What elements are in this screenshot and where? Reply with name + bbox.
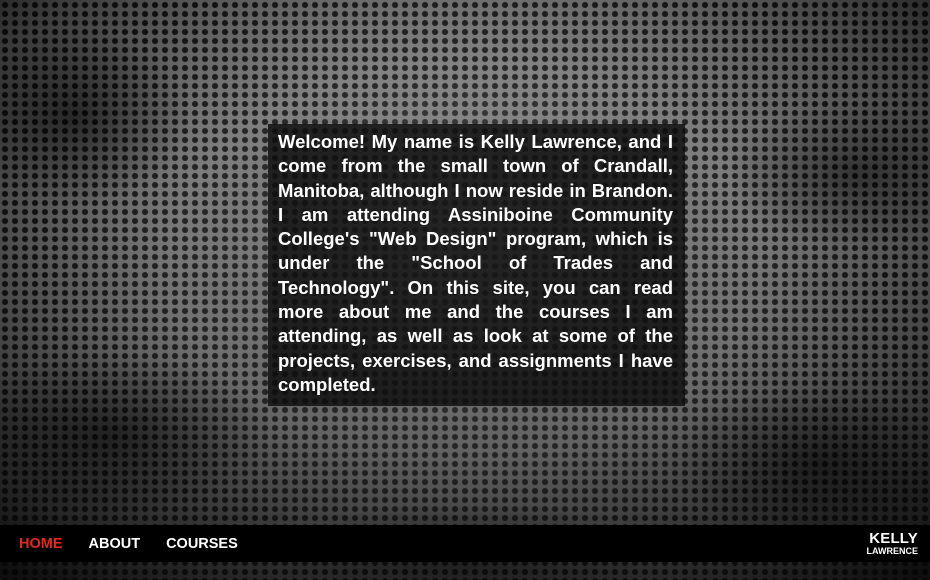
nav-item-about: ABOUT — [89, 535, 141, 553]
welcome-paragraph: Welcome! My name is Kelly Lawrence, and … — [278, 131, 673, 395]
logo-last-name: LAWRENCE — [866, 546, 919, 556]
footer-background-strip — [0, 562, 930, 580]
nav-item-home: HOME — [19, 535, 63, 553]
logo-first-name: KELLY — [869, 530, 918, 547]
nav-item-courses: COURSES — [166, 535, 238, 553]
nav-link-courses[interactable]: COURSES — [166, 536, 238, 552]
nav-link-about[interactable]: ABOUT — [89, 536, 141, 552]
site-logo[interactable]: KELLY LAWRENCE — [867, 531, 919, 556]
intro-text-box: Welcome! My name is Kelly Lawrence, and … — [268, 124, 685, 406]
nav-link-home[interactable]: HOME — [19, 536, 63, 552]
nav-menu: HOME ABOUT COURSES — [0, 525, 238, 562]
bottom-navigation-bar: HOME ABOUT COURSES KELLY LAWRENCE — [0, 525, 930, 562]
